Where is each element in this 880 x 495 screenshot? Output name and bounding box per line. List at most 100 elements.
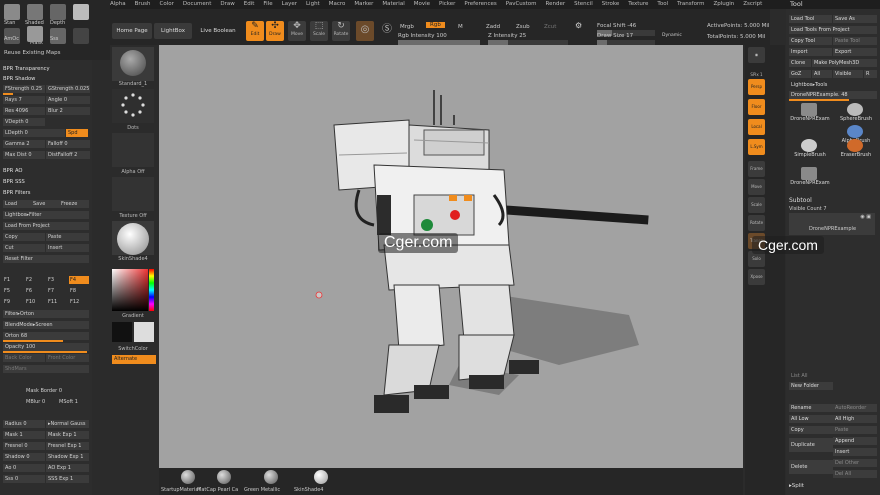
menu-item-tool[interactable]: Tool (657, 0, 668, 9)
persp-button[interactable]: Persp (748, 79, 765, 95)
tool-palette-title[interactable]: Tool (786, 0, 880, 9)
dist-falloff-slider[interactable]: DistFalloff 2 (46, 151, 90, 159)
dynamic-toggle[interactable]: Dynamic (662, 33, 682, 38)
secondary-color-swatch[interactable] (134, 322, 154, 342)
scale-view-button[interactable]: Scale (748, 197, 765, 213)
lightbox-filter-button[interactable]: Lightbox▸Filter (3, 211, 89, 219)
insert-button[interactable]: Insert (833, 448, 877, 456)
load-from-project-button[interactable]: Load From Project (3, 222, 89, 230)
tool-thumb-3[interactable]: SimpleBrush (789, 139, 831, 159)
copy-tool-button[interactable]: Copy Tool (789, 37, 832, 45)
goz-button[interactable]: GoZ (789, 70, 811, 78)
filter-slot-f6[interactable]: F6 (25, 287, 45, 295)
filter-freeze-button[interactable]: Freeze (59, 200, 89, 208)
rotate-button[interactable]: ↻ Rotate (332, 21, 350, 41)
fstrength-slider[interactable]: FStrength 0.25 (3, 85, 45, 93)
menu-item-texture[interactable]: Texture (628, 0, 648, 9)
msoft-slider[interactable]: MSoft 1 (57, 398, 89, 406)
load-tool-button[interactable]: Load Tool (789, 15, 832, 23)
depth-thumb[interactable] (50, 4, 66, 20)
res-slider[interactable]: Res 4096 (3, 107, 45, 115)
subtool-heading[interactable]: Subtool (789, 197, 812, 204)
lightbox-tools-button[interactable]: Lightbox▸Tools (789, 81, 877, 89)
bpr-ao-heading[interactable]: BPR AO (3, 168, 22, 174)
stan-thumb[interactable] (4, 4, 20, 20)
tool-thumb-0[interactable]: DroneNPRExam (789, 103, 831, 123)
tool-thumb-5[interactable]: DroneNPRExam (789, 167, 831, 187)
menu-item-material[interactable]: Material (382, 0, 404, 9)
zsub-toggle[interactable]: Zsub (516, 24, 530, 30)
shdmars-button[interactable]: ShdMars (3, 365, 89, 373)
mask-border-slider[interactable]: Mask Border 0 (24, 387, 89, 395)
floor-button[interactable]: Floor (748, 99, 765, 115)
blend-mode-dropdown[interactable]: BlendMode▸Screen (3, 321, 89, 329)
filter-slot-f1[interactable]: F1 (3, 276, 23, 284)
all-high-button[interactable]: All High (833, 415, 877, 423)
duplicate-button[interactable]: Duplicate (789, 438, 833, 452)
transform-icon[interactable]: ⚙ (575, 21, 582, 30)
mask-thumb[interactable] (27, 26, 43, 42)
shaded-thumb[interactable] (27, 4, 43, 20)
pivot-marker[interactable] (315, 291, 323, 299)
rotate-view-button[interactable]: Rotate (748, 215, 765, 231)
main-color-swatch[interactable] (112, 322, 132, 342)
sss-exp-slider[interactable]: SSS Exp 1 (46, 475, 89, 483)
menu-item-macro[interactable]: Macro (329, 0, 346, 9)
goz-visible-button[interactable]: Visible (833, 70, 863, 78)
fresnel-exp-slider[interactable]: Fresnel Exp 1 (46, 442, 89, 450)
lsym-button[interactable]: L.Sym (748, 139, 765, 155)
load-tools-from-project-button[interactable]: Load Tools From Project (789, 26, 877, 34)
color-picker[interactable] (112, 269, 154, 311)
mask-exp-slider[interactable]: Mask Exp 1 (46, 431, 89, 439)
m-toggle[interactable]: M (458, 24, 463, 30)
all-low-button[interactable]: All Low (789, 415, 833, 423)
zadd-toggle[interactable]: Zadd (486, 24, 500, 30)
rename-button[interactable]: Rename (789, 404, 833, 412)
goz-r-button[interactable]: R (864, 70, 877, 78)
menu-item-color[interactable]: Color (160, 0, 174, 9)
bpr-transparency-heading[interactable]: BPR Transparency (3, 66, 50, 72)
blur-slider[interactable]: Blur 2 (46, 107, 90, 115)
material-sphere-2[interactable] (264, 470, 278, 484)
ao-slider[interactable]: Ao 0 (3, 464, 45, 472)
reuse-maps[interactable]: Reuse Existing Maps (4, 50, 60, 56)
menu-item-render[interactable]: Render (546, 0, 566, 9)
home-page-button[interactable]: Home Page (112, 23, 152, 39)
menu-item-file[interactable]: File (263, 0, 272, 9)
filter-slot-f3[interactable]: F3 (47, 276, 67, 284)
split-heading[interactable]: ▸Split (789, 483, 804, 489)
xpose-button[interactable]: Xpose (748, 269, 765, 285)
dots-stroke-thumb[interactable] (112, 89, 154, 123)
hue-strip[interactable] (149, 269, 154, 311)
filter-orton-dropdown[interactable]: Filter▸Orton (3, 310, 89, 318)
move-view-button[interactable]: Move (748, 179, 765, 195)
filter-slot-f4[interactable]: F4 (69, 276, 89, 284)
bpr-shadow-heading[interactable]: BPR Shadow (3, 76, 35, 82)
subtool-paste-button[interactable]: Paste (833, 426, 877, 434)
subtool-list-item[interactable]: ◉ ▣ DroneNPRExample (789, 213, 875, 235)
menu-item-edit[interactable]: Edit (244, 0, 255, 9)
menu-item-stroke[interactable]: Stroke (602, 0, 620, 9)
sculptris-button[interactable]: ◎ (356, 21, 374, 41)
bpr-filters-heading[interactable]: BPR Filters (3, 190, 31, 196)
filter-slot-f7[interactable]: F7 (47, 287, 67, 295)
material-sphere-1[interactable] (217, 470, 231, 484)
mrgb-toggle[interactable]: Mrgb (400, 24, 414, 30)
max-dist-slider[interactable]: Max Dist 0 (3, 151, 45, 159)
menu-item-light[interactable]: Light (306, 0, 320, 9)
frame-button[interactable]: Frame (748, 161, 765, 177)
radius-slider[interactable]: Radius 0 (3, 420, 45, 428)
shadow-slider[interactable]: Shadow 0 (3, 453, 45, 461)
menu-item-preferences[interactable]: Preferences (464, 0, 496, 9)
opacity-slider[interactable]: Opacity 100 (3, 343, 89, 351)
scale-button[interactable]: ⬚ Scale (310, 21, 328, 41)
menu-item-picker[interactable]: Picker (439, 0, 455, 9)
lightbox-button[interactable]: LightBox (154, 23, 192, 39)
eye-icon[interactable]: ◉ ▣ (860, 214, 871, 220)
bpr-button[interactable]: ◉ (748, 47, 765, 63)
color-picker-button[interactable]: Ⓢ (378, 21, 396, 41)
falloff-slider[interactable]: Falloff 0 (46, 140, 90, 148)
filter-save-button[interactable]: Save (31, 200, 59, 208)
del-other-button[interactable]: Del Other (833, 459, 877, 467)
append-button[interactable]: Append (833, 437, 877, 445)
